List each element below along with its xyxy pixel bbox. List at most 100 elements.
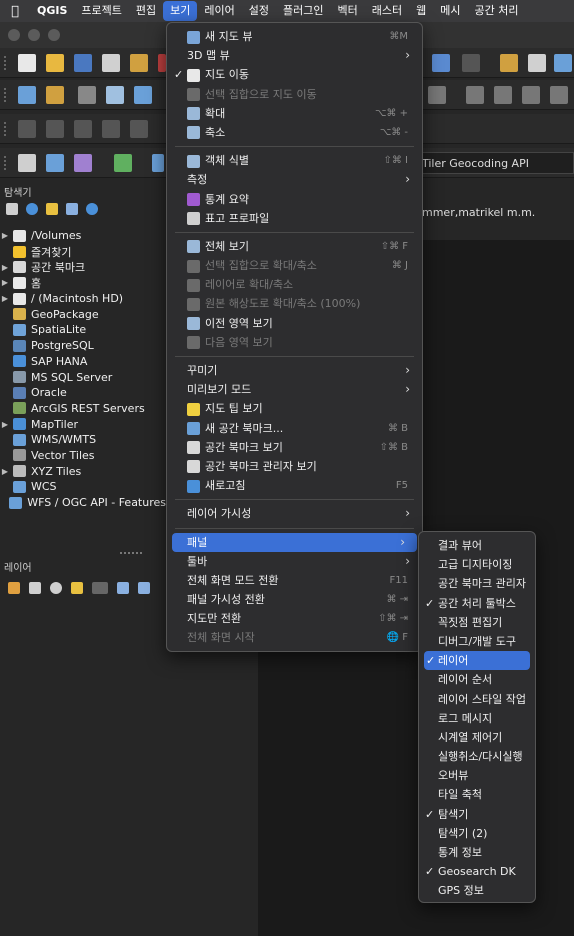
browser-tree-item[interactable]: SAP HANA	[0, 354, 166, 370]
toolbar-grip[interactable]	[4, 88, 8, 102]
browser-tree-item[interactable]: ▶ 공간 북마크	[0, 259, 166, 275]
select-icon[interactable]	[134, 86, 152, 104]
print-icon[interactable]	[18, 154, 36, 172]
menubar-item[interactable]: 메시	[433, 0, 467, 22]
panel-toggle-item[interactable]: 레이어 순서	[419, 670, 535, 689]
menubar-item[interactable]: 레이어	[197, 0, 241, 22]
attribute-table-icon[interactable]	[466, 86, 484, 104]
browser-tree-item[interactable]: 즐겨찾기	[0, 244, 166, 260]
expand-all-icon[interactable]	[117, 582, 129, 594]
filter-icon[interactable]	[46, 203, 58, 215]
view-menu-item[interactable]: 전체 화면 모드 전환 F11	[167, 571, 422, 590]
new-project-icon[interactable]	[18, 54, 36, 72]
panel-toggle-item[interactable]: 레이어 스타일 작업	[419, 690, 535, 709]
panel-toggle-item[interactable]: ✓ 레이어	[424, 651, 530, 671]
info-icon[interactable]	[86, 203, 98, 215]
menubar-item[interactable]: 래스터	[365, 0, 409, 22]
view-menu-item[interactable]: 객체 식별 ⇧⌘ I	[167, 151, 422, 170]
toolbar-grip[interactable]	[4, 56, 8, 70]
panel-toggle-item[interactable]: 오버뷰	[419, 766, 535, 785]
view-menu-item[interactable]: 새 지도 뷰 ⌘M	[167, 27, 422, 46]
menubar-item[interactable]: 플러그인	[276, 0, 330, 22]
browser-tree-item[interactable]: PostgreSQL	[0, 338, 166, 354]
vertex-icon[interactable]	[78, 86, 96, 104]
panel-toggle-item[interactable]: 탐색기 (2)	[419, 824, 535, 843]
browser-tree-item[interactable]: WFS / OGC API - Features	[0, 495, 166, 511]
browser-tree-item[interactable]: SpatiaLite	[0, 322, 166, 338]
panel-toggle-item[interactable]: 공간 북마크 관리자	[419, 574, 535, 593]
menubar-item[interactable]: 공간 처리	[468, 0, 526, 22]
view-menu-item[interactable]: 레이어 가시성 ›	[167, 504, 422, 523]
expand-arrow-icon[interactable]: ▶	[0, 420, 10, 429]
menubar-item[interactable]: 벡터	[331, 0, 365, 22]
open-project-icon[interactable]	[46, 54, 64, 72]
toolbar-grip[interactable]	[4, 122, 8, 136]
menubar-item[interactable]: 편집	[129, 0, 163, 22]
panel-toggle-item[interactable]: 결과 뷰어	[419, 536, 535, 555]
panel-toggle-item[interactable]: ✓ Geosearch DK	[419, 862, 535, 881]
view-menu-item[interactable]: 패널 ›	[172, 532, 417, 552]
view-menu-item[interactable]: 전체 보기 ⇧⌘ F	[167, 237, 422, 256]
minimize-window-button[interactable]	[28, 29, 40, 41]
download-icon[interactable]	[554, 54, 572, 72]
browser-tree-item[interactable]: ▶ MapTiler	[0, 416, 166, 432]
panel-toggle-item[interactable]: 타일 축척	[419, 785, 535, 804]
panel-toggle-item[interactable]: 시계열 제어기	[419, 728, 535, 747]
view-menu-item[interactable]: 지도만 전환 ⇧⌘ ⇥	[167, 609, 422, 628]
new-layer-icon[interactable]	[46, 154, 64, 172]
view-menu-item[interactable]: 3D 맵 뷰 ›	[167, 46, 422, 65]
view-menu-item[interactable]: 측정 ›	[167, 170, 422, 189]
delete-icon[interactable]	[522, 86, 540, 104]
panel-toggle-item[interactable]: 꼭짓점 편집기	[419, 613, 535, 632]
layout-manager-icon[interactable]	[130, 54, 148, 72]
view-menu-item[interactable]: 공간 북마크 보기 ⇧⌘ B	[167, 438, 422, 457]
view-menu-item[interactable]: 툴바 ›	[167, 552, 422, 571]
toolbar-grip[interactable]	[4, 156, 8, 170]
cut-icon[interactable]	[550, 86, 568, 104]
pencil-icon[interactable]	[106, 86, 124, 104]
collapse-all-icon[interactable]	[138, 582, 150, 594]
kml-icon[interactable]	[114, 154, 132, 172]
shape-tool-icon[interactable]	[18, 120, 36, 138]
add-selected-icon[interactable]	[6, 203, 18, 215]
panel-toggle-item[interactable]: GPS 정보	[419, 881, 535, 900]
zoom-window-button[interactable]	[48, 29, 60, 41]
add-group-icon[interactable]	[29, 582, 41, 594]
browser-tree-item[interactable]: ▶ XYZ Tiles	[0, 463, 166, 479]
view-menu-item[interactable]: 지도 팁 보기	[167, 399, 422, 418]
style-manager-icon[interactable]	[158, 54, 166, 72]
browser-tree-item[interactable]: ArcGIS REST Servers	[0, 401, 166, 417]
close-window-button[interactable]	[8, 29, 20, 41]
edit-icon[interactable]	[46, 86, 64, 104]
style-icon[interactable]	[8, 582, 20, 594]
filter-legend-icon[interactable]	[71, 582, 83, 594]
locator-icon[interactable]	[432, 54, 450, 72]
panel-toggle-item[interactable]: 디버그/개발 도구	[419, 632, 535, 651]
menubar-item[interactable]: 웹	[409, 0, 433, 22]
shape-tool-icon[interactable]	[130, 120, 148, 138]
grid-icon[interactable]	[152, 154, 164, 172]
filter-dropdown-icon[interactable]	[92, 582, 108, 594]
view-menu-item[interactable]: 표고 프로파일	[167, 209, 422, 228]
menubar-item[interactable]: QGIS	[30, 0, 74, 22]
panel-toggle-item[interactable]: 로그 메시지	[419, 709, 535, 728]
add-layer-icon[interactable]	[18, 86, 36, 104]
expand-arrow-icon[interactable]: ▶	[0, 467, 10, 476]
browser-tree-item[interactable]: ▶ 홈	[0, 275, 166, 291]
shape-tool-icon[interactable]	[46, 120, 64, 138]
menubar-item[interactable]: 설정	[242, 0, 276, 22]
view-menu-item[interactable]: 새로고침 F5	[167, 476, 422, 495]
view-menu-item[interactable]: 미리보기 모드 ›	[167, 380, 422, 399]
expand-arrow-icon[interactable]: ▶	[0, 263, 10, 272]
bookmark-icon[interactable]	[500, 54, 518, 72]
view-menu-item[interactable]: 꾸미기 ›	[167, 361, 422, 380]
browser-tree-item[interactable]: Oracle	[0, 385, 166, 401]
panel-toggle-item[interactable]: 고급 디지타이징	[419, 555, 535, 574]
panel-splitter[interactable]	[120, 552, 142, 555]
collapse-all-icon[interactable]	[66, 203, 78, 215]
eye-icon[interactable]	[50, 582, 62, 594]
view-menu-item[interactable]: 공간 북마크 관리자 보기	[167, 457, 422, 476]
panel-toggle-item[interactable]: 실행취소/다시실행	[419, 747, 535, 766]
expand-arrow-icon[interactable]: ▶	[0, 231, 10, 240]
panel-toggle-item[interactable]: ✓ 공간 처리 툴박스	[419, 594, 535, 613]
